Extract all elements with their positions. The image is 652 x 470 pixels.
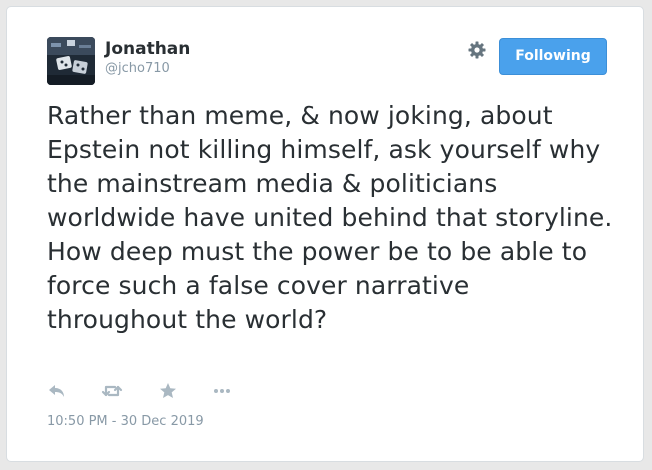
user-handle[interactable]: @jcho710 — [105, 61, 170, 77]
avatar-image — [47, 37, 95, 85]
user-name[interactable]: Jonathan — [105, 39, 190, 59]
following-button[interactable]: Following — [499, 38, 607, 75]
reply-icon[interactable] — [47, 381, 69, 401]
more-dots-icon[interactable] — [211, 381, 233, 401]
gear-icon[interactable] — [467, 40, 487, 60]
like-star-icon[interactable] — [157, 381, 179, 401]
avatar[interactable] — [47, 37, 95, 85]
retweet-icon[interactable] — [101, 381, 123, 401]
tweet-card: Jonathan @jcho710 Following Rather than … — [6, 6, 644, 462]
tweet-text: Rather than meme, & now joking, about Ep… — [47, 101, 613, 334]
tweet-timestamp[interactable]: 10:50 PM - 30 Dec 2019 — [47, 414, 204, 430]
